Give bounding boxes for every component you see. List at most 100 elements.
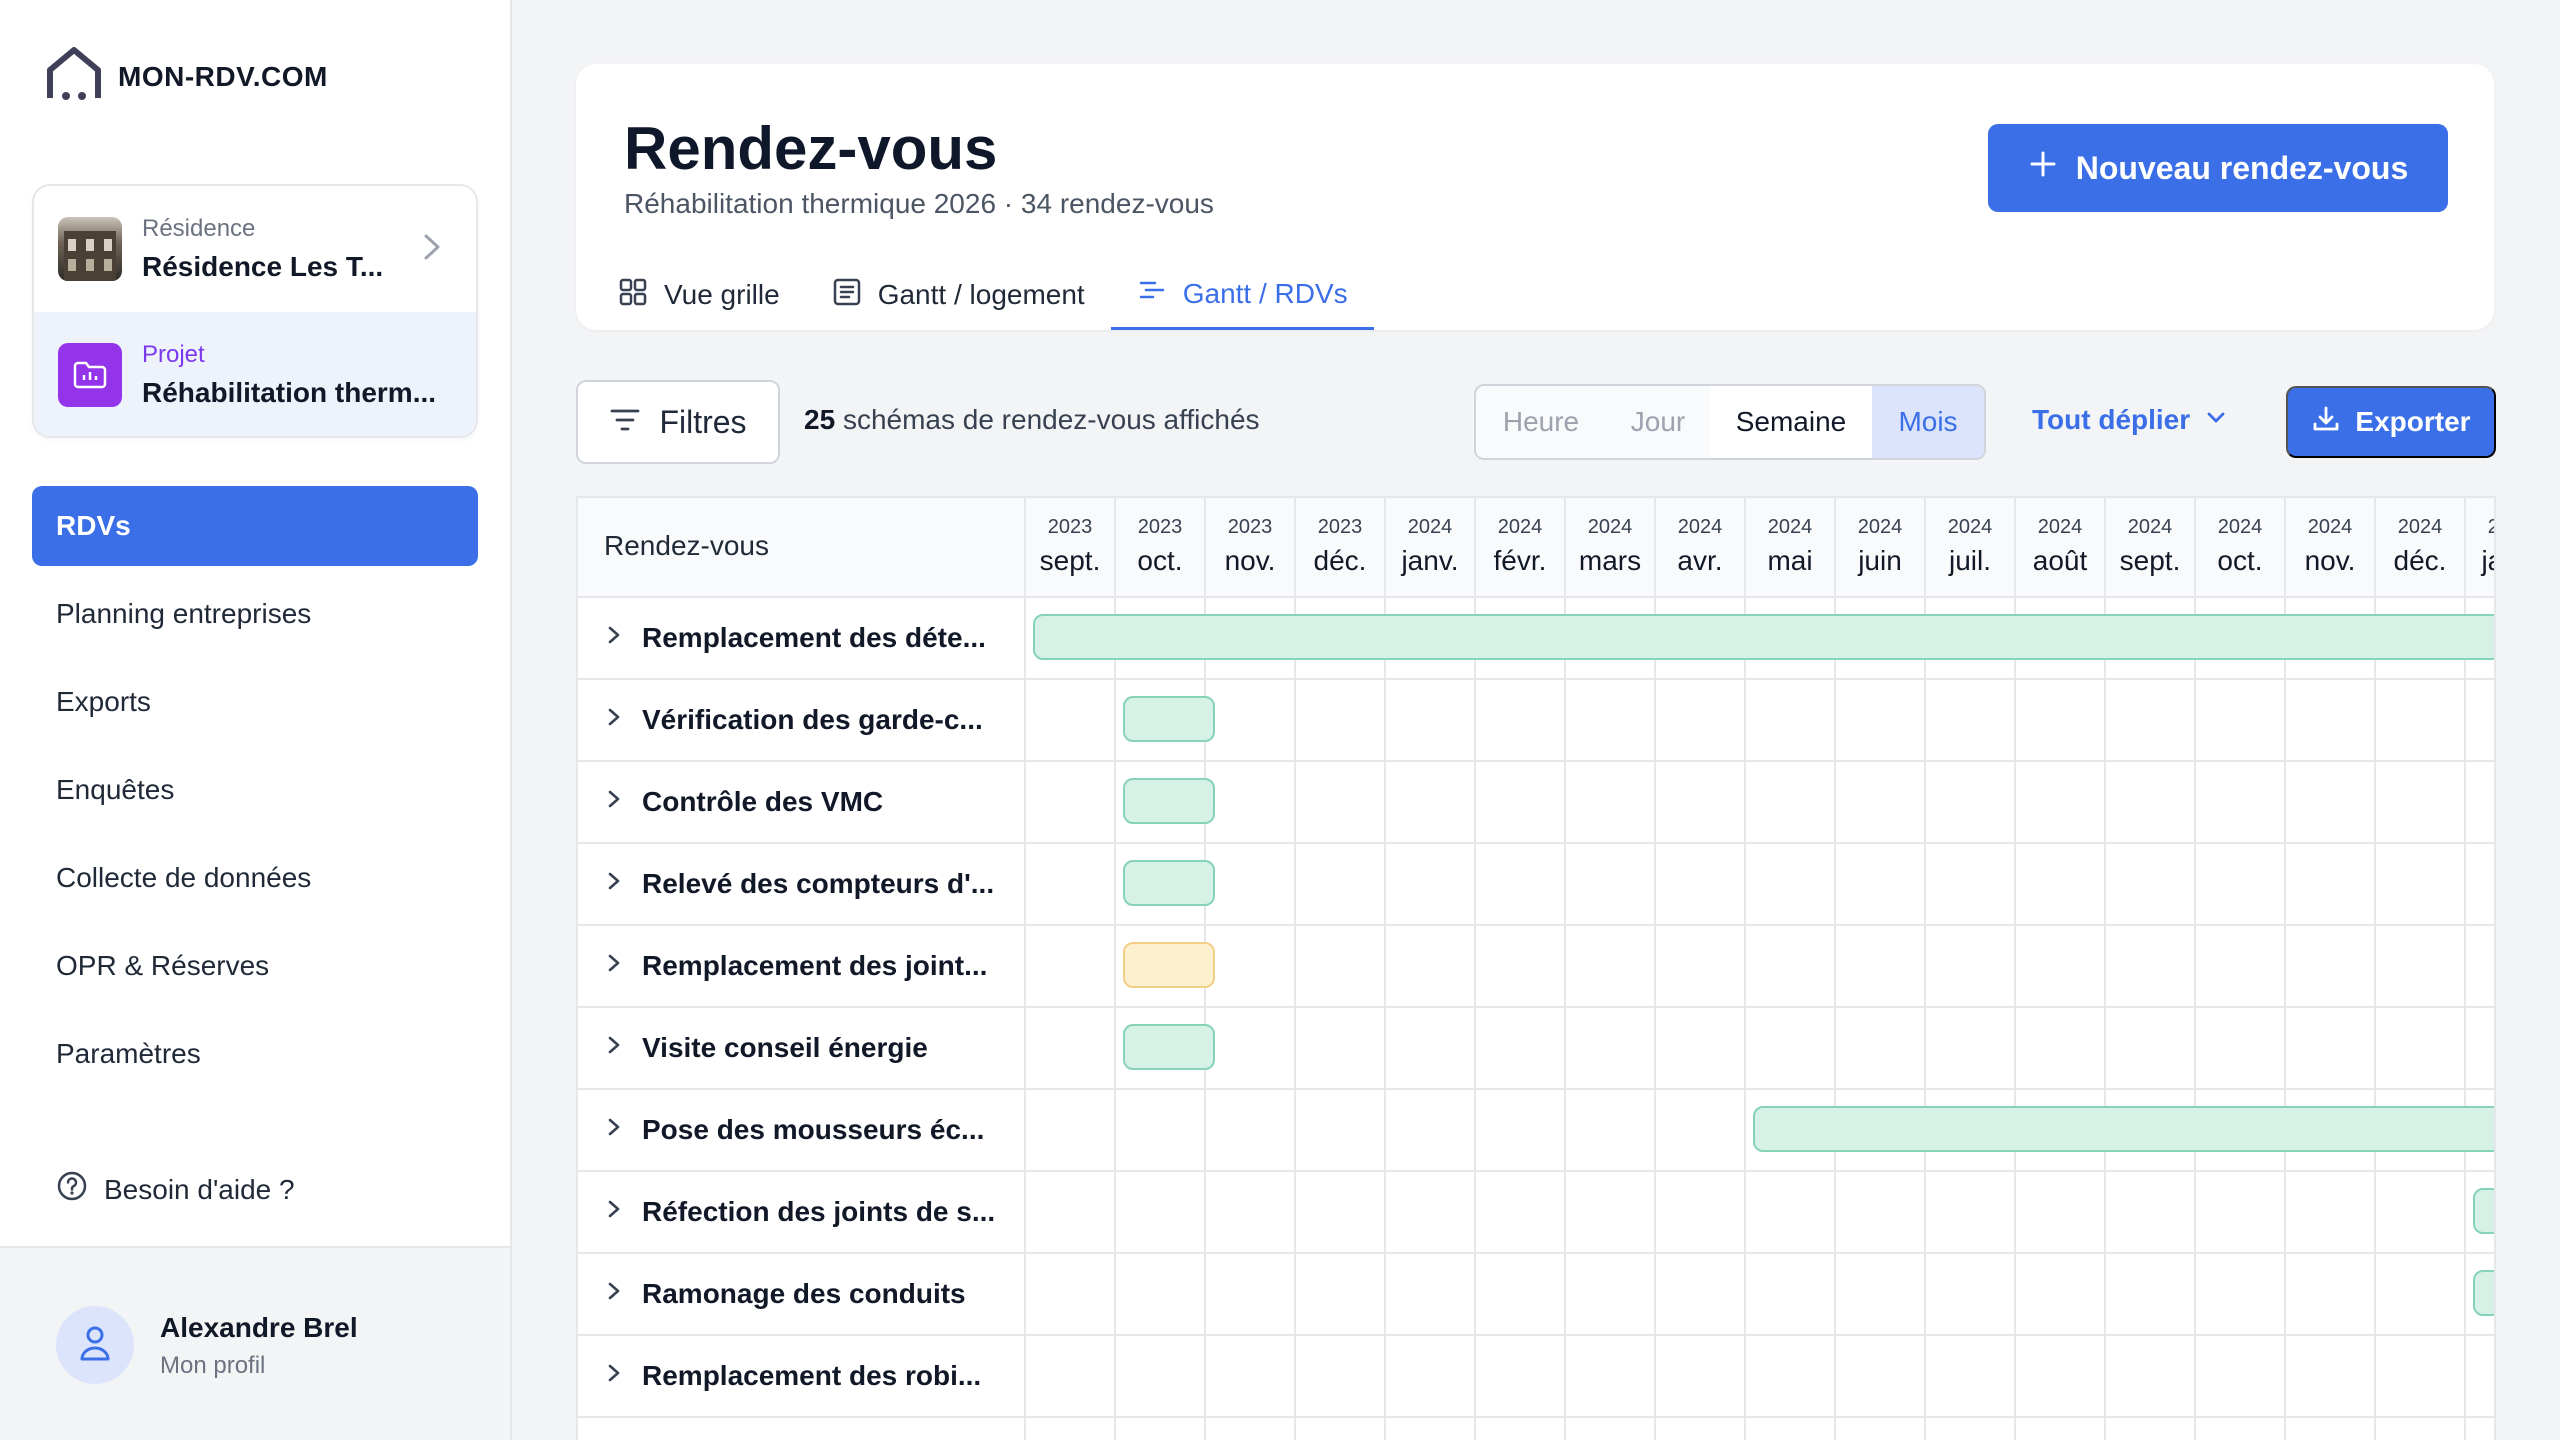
gantt-row[interactable]: Remplacement des joint... <box>578 926 2494 1008</box>
chevron-right-icon[interactable] <box>604 868 624 900</box>
chevron-right-icon[interactable] <box>604 1032 624 1064</box>
nav-item-collecte-donnees[interactable]: Collecte de données <box>32 838 478 918</box>
gantt-row-label[interactable]: Contrôle des VMC <box>604 786 883 818</box>
scale-heure[interactable]: Heure <box>1476 386 1606 458</box>
gantt-row-label[interactable]: Réfection des joints de s... <box>604 1196 995 1228</box>
tab-gantt-rdvs[interactable]: Gantt / RDVs <box>1110 260 1374 330</box>
chevron-right-icon[interactable] <box>604 1278 624 1310</box>
gantt-row[interactable]: Remplacement des robi... <box>578 1336 2494 1418</box>
gantt-bar[interactable] <box>2473 1188 2494 1234</box>
gantt-row-label[interactable]: Relevé des compteurs d'... <box>604 868 994 900</box>
gantt-month-header: 2024 mai <box>1744 498 1834 598</box>
month-year: 2023 <box>1047 516 1093 538</box>
month-name: nov. <box>1224 545 1276 576</box>
gantt-column-label: Rendez-vous <box>604 530 769 561</box>
filters-button[interactable]: Filtres <box>576 380 780 464</box>
nav-item-enquetes[interactable]: Enquêtes <box>32 750 478 830</box>
house-icon <box>44 44 104 109</box>
gantt-bar[interactable] <box>1033 614 2494 660</box>
help-label: Besoin d'aide ? <box>104 1173 295 1205</box>
gantt-chart: Rendez-vous 2023 sept. 2023 oct. 2023 nov. 202… <box>576 496 2496 1440</box>
gantt-month-header: 2024 avr. <box>1654 498 1744 598</box>
gantt-row-label[interactable]: Remplacement des joint... <box>604 950 987 982</box>
month-year: 2024 <box>1767 516 1813 538</box>
help-link[interactable]: Besoin d'aide ? <box>56 1170 295 1209</box>
chevron-right-icon[interactable] <box>604 622 624 654</box>
chevron-right-icon[interactable] <box>604 950 624 982</box>
nav-item-rdvs[interactable]: RDVs <box>32 486 478 566</box>
gantt-row-title: Remplacement des robi... <box>642 1360 982 1391</box>
residence-selector[interactable]: Résidence Résidence Les T... <box>34 186 476 312</box>
gantt-bar[interactable] <box>1123 860 1215 906</box>
tab-vue-grille[interactable]: Vue grille <box>592 260 806 330</box>
tab-gantt-logement[interactable]: Gantt / logement <box>806 260 1111 330</box>
gantt-row[interactable]: Ramonage des conduits <box>578 1254 2494 1336</box>
chevron-right-icon[interactable] <box>604 704 624 736</box>
month-name: sept. <box>2119 545 2181 576</box>
nav-item-exports[interactable]: Exports <box>32 662 478 742</box>
chevron-right-icon[interactable] <box>604 1196 624 1228</box>
month-name: oct. <box>2217 545 2263 576</box>
nav-item-opr-reserves[interactable]: OPR & Réserves <box>32 926 478 1006</box>
gantt-bar[interactable] <box>1123 696 1215 742</box>
nav-item-planning-entreprises[interactable]: Planning entreprises <box>32 574 478 654</box>
nav-item-parametres[interactable]: Paramètres <box>32 1014 478 1094</box>
export-button[interactable]: Exporter <box>2286 386 2496 458</box>
gantt-bar[interactable] <box>1753 1106 2494 1152</box>
new-appointment-button[interactable]: Nouveau rendez-vous <box>1988 124 2448 212</box>
chevron-right-icon[interactable] <box>604 1360 624 1392</box>
grid-icon <box>618 277 648 314</box>
gantt-row[interactable]: Remplacement des déte... <box>578 598 2494 680</box>
page-title: Rendez-vous <box>624 115 998 182</box>
context-selector: Résidence Résidence Les T... Projet Réha… <box>32 184 478 438</box>
chevron-right-icon[interactable] <box>604 1114 624 1146</box>
export-label: Exporter <box>2355 406 2471 437</box>
gantt-row[interactable]: Contrôle des VMC <box>578 762 2494 844</box>
chevron-right-icon[interactable] <box>604 786 624 818</box>
chevron-right-icon <box>420 230 444 269</box>
gantt-row-label[interactable]: Visite conseil énergie <box>604 1032 928 1064</box>
gantt-row[interactable]: Relevé des compteurs d'... <box>578 844 2494 926</box>
month-name: déc. <box>2393 545 2447 576</box>
gantt-row[interactable]: Réfection des joints de s... <box>578 1172 2494 1254</box>
gantt-row-label[interactable]: Ramonage des conduits <box>604 1278 966 1310</box>
scale-jour[interactable]: Jour <box>1606 386 1710 458</box>
project-selector[interactable]: Projet Réhabilitation therm... <box>34 312 476 436</box>
gantt-row[interactable]: Pose des mousseurs éc... <box>578 1090 2494 1172</box>
brand-logo[interactable]: MON-RDV.COM <box>44 44 328 109</box>
residence-thumbnail <box>58 217 122 281</box>
profile-subtitle: Mon profil <box>160 1352 266 1379</box>
gantt-row[interactable]: Visite conseil énergie <box>578 1008 2494 1090</box>
gantt-row-label[interactable]: Remplacement des robi... <box>604 1360 981 1392</box>
gantt-row-label[interactable]: Remplacement des déte... <box>604 622 986 654</box>
brand-name: MON-RDV.COM <box>118 60 328 92</box>
gantt-bar[interactable] <box>1123 942 1215 988</box>
expand-all-dropdown[interactable]: Tout déplier <box>2032 404 2228 436</box>
gantt-bar[interactable] <box>1123 1024 1215 1070</box>
month-year: 2024 <box>1497 516 1543 538</box>
scale-mois[interactable]: Mois <box>1872 386 1984 458</box>
gantt-row-label[interactable]: Vérification des garde-c... <box>604 704 983 736</box>
scale-semaine[interactable]: Semaine <box>1710 386 1872 458</box>
month-name: août <box>2032 545 2088 576</box>
gantt-row-title: Pose des mousseurs éc... <box>642 1114 985 1145</box>
gantt-row-title: Ramonage des conduits <box>642 1278 966 1309</box>
month-year: 2024 <box>1947 516 1993 538</box>
month-year: 2023 <box>1317 516 1363 538</box>
time-scale-selector: Heure Jour Semaine Mois <box>1474 384 1986 460</box>
project-label: Projet <box>142 341 205 368</box>
user-profile[interactable]: Alexandre Brel Mon profil <box>0 1246 510 1440</box>
month-year: 2024 <box>2307 516 2353 538</box>
gantt-bar[interactable] <box>2473 1270 2494 1316</box>
gantt-row-title: Relevé des compteurs d'... <box>642 868 995 899</box>
filters-label: Filtres <box>659 403 747 440</box>
gantt-row-label[interactable]: Pose des mousseurs éc... <box>604 1114 984 1146</box>
gantt-row[interactable]: Vérification des garde-c... <box>578 680 2494 762</box>
gantt-month-header: 2024 juil. <box>1924 498 2014 598</box>
gantt-bar[interactable] <box>1123 778 1215 824</box>
month-name: juil. <box>1948 545 1991 576</box>
gantt-month-header: 2024 juin <box>1834 498 1924 598</box>
gantt-month-header: 2024 oct. <box>2194 498 2284 598</box>
tab-label: Gantt / RDVs <box>1182 277 1348 309</box>
month-name: févr. <box>1493 545 1547 576</box>
